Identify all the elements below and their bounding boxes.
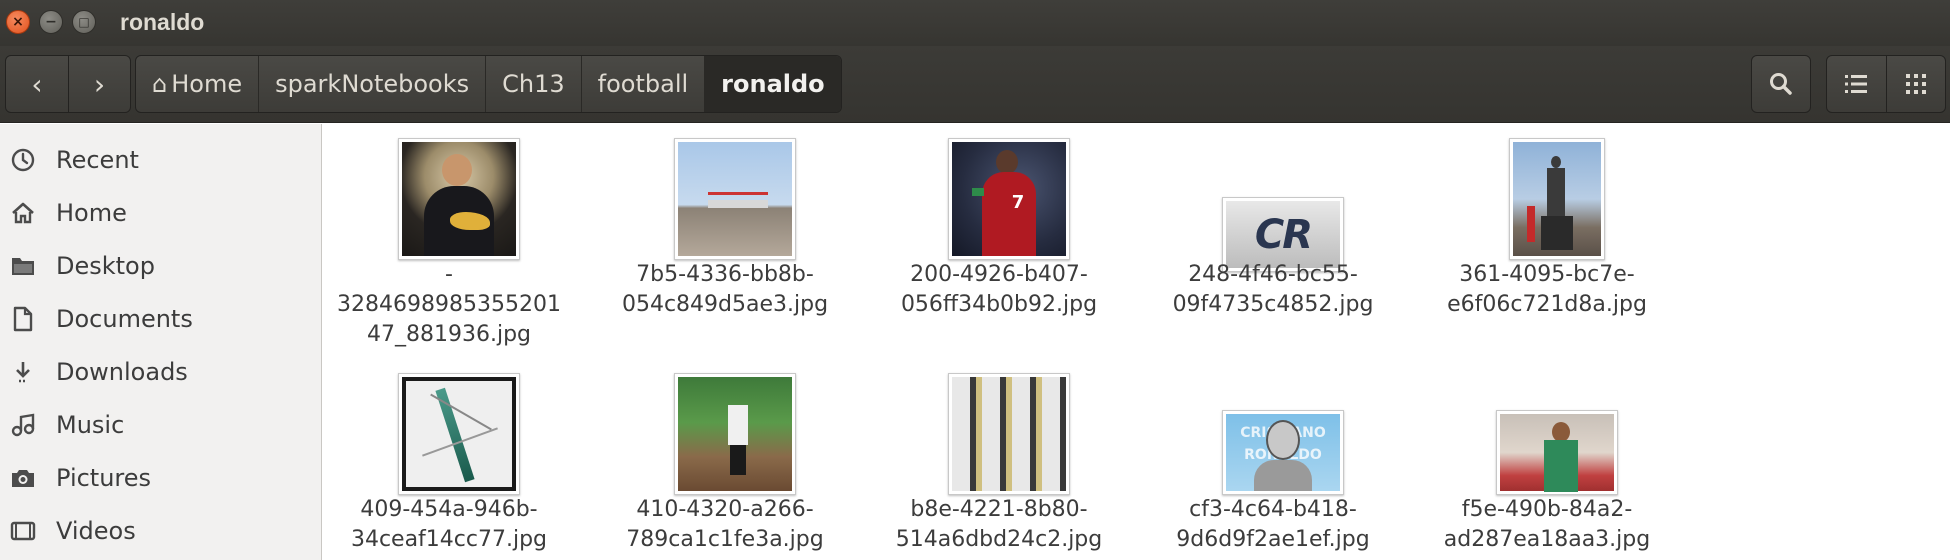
file-item[interactable]: - 3284698985355201 47_881936.jpg	[329, 138, 569, 358]
sidebar-item-label: Recent	[56, 145, 139, 174]
maximize-icon: □	[78, 15, 90, 29]
file-name: 409-454a-946b- 34ceaf14cc77.jpg	[350, 497, 548, 552]
sidebar-item-downloads[interactable]: Downloads	[0, 345, 322, 398]
sidebar-item-recent[interactable]: Recent	[0, 133, 322, 186]
home-icon: ⌂	[152, 70, 168, 98]
sidebar-item-documents[interactable]: Documents	[0, 292, 322, 345]
back-button[interactable]: ‹	[6, 56, 68, 112]
sidebar-item-home[interactable]: Home	[0, 186, 322, 239]
file-item[interactable]: f5e-490b-84a2- ad287ea18aa3.jpg	[1427, 373, 1667, 560]
breadcrumb-label: Ch13	[502, 70, 565, 98]
grid-view-button[interactable]	[1885, 56, 1945, 112]
back-icon: ‹	[31, 67, 43, 101]
file-item[interactable]: 409-454a-946b- 34ceaf14cc77.jpg	[329, 373, 569, 560]
file-name: 361-4095-bc7e- e6f06c721d8a.jpg	[1447, 262, 1647, 317]
toolbar: ‹ › ⌂ Home sparkNotebooks Ch13 football …	[0, 46, 1950, 123]
sidebar-item-desktop[interactable]: Desktop	[0, 239, 322, 292]
breadcrumb-label: sparkNotebooks	[275, 70, 470, 98]
sidebar-item-label: Videos	[56, 516, 136, 545]
file-name: b8e-4221-8b80- 514a6dbd24c2.jpg	[895, 497, 1103, 552]
file-name: 410-4320-a266- 789ca1c1fe3a.jpg	[626, 497, 824, 552]
title-bar: × − □ ronaldo	[0, 0, 1950, 46]
breadcrumb-label: ronaldo	[721, 70, 825, 98]
download-icon	[10, 359, 36, 385]
list-view-button[interactable]	[1827, 56, 1886, 112]
file-thumbnail: CRISTIANO RONALDO	[1222, 410, 1344, 495]
file-thumbnail: 7	[948, 138, 1070, 260]
home-icon	[10, 200, 36, 226]
file-thumbnail	[398, 138, 520, 260]
close-icon: ×	[12, 14, 24, 30]
file-thumbnail	[674, 138, 796, 260]
search-icon	[1770, 73, 1792, 95]
sidebar-item-label: Desktop	[56, 251, 155, 280]
file-item[interactable]: 7 200-4926-b407- 056ff34b0b92.jpg	[879, 138, 1119, 338]
shirt-number: 7	[1011, 192, 1025, 213]
view-mode-buttons	[1826, 55, 1946, 113]
minimize-window-button[interactable]: −	[39, 10, 63, 34]
file-item[interactable]: 361-4095-bc7e- e6f06c721d8a.jpg	[1427, 138, 1667, 338]
sidebar-item-pictures[interactable]: Pictures	[0, 451, 322, 504]
close-window-button[interactable]: ×	[6, 10, 30, 34]
file-item[interactable]: 410-4320-a266- 789ca1c1fe3a.jpg	[605, 373, 845, 560]
file-thumbnail	[398, 373, 520, 495]
breadcrumb-label: Home	[171, 70, 243, 98]
file-item[interactable]: b8e-4221-8b80- 514a6dbd24c2.jpg	[879, 373, 1119, 560]
file-name: 7b5-4336-bb8b- 054c849d5ae3.jpg	[621, 262, 829, 317]
file-thumbnail	[674, 373, 796, 495]
sidebar-item-music[interactable]: Music	[0, 398, 322, 451]
breadcrumb: ⌂ Home sparkNotebooks Ch13 football rona…	[135, 55, 842, 113]
search-button[interactable]	[1751, 55, 1811, 113]
cr7-logo: CR	[1254, 211, 1313, 258]
breadcrumb-ronaldo[interactable]: ronaldo	[705, 56, 841, 112]
sidebar-item-label: Pictures	[56, 463, 152, 492]
folder-icon	[10, 253, 36, 279]
sidebar-item-label: Music	[56, 410, 125, 439]
sidebar-item-label: Home	[56, 198, 127, 227]
video-icon	[10, 518, 36, 544]
sidebar-item-label: Documents	[56, 304, 193, 333]
breadcrumb-sparknotebooks[interactable]: sparkNotebooks	[259, 56, 487, 112]
file-name: 200-4926-b407- 056ff34b0b92.jpg	[900, 262, 1098, 317]
forward-button[interactable]: ›	[68, 56, 130, 112]
minimize-icon: −	[45, 14, 57, 30]
file-thumbnail	[948, 373, 1070, 495]
file-name: - 3284698985355201 47_881936.jpg	[337, 262, 561, 347]
camera-icon	[10, 465, 36, 491]
file-item[interactable]: CR 248-4f46-bc55- 09f4735c4852.jpg	[1153, 138, 1393, 338]
file-thumbnail	[1509, 138, 1605, 260]
breadcrumb-label: football	[597, 70, 689, 98]
file-name: 248-4f46-bc55- 09f4735c4852.jpg	[1172, 262, 1374, 317]
file-name: cf3-4c64-b418- 9d6d9f2ae1ef.jpg	[1176, 497, 1370, 552]
music-icon	[10, 412, 36, 438]
file-name: f5e-490b-84a2- ad287ea18aa3.jpg	[1443, 497, 1651, 552]
grid-view-icon	[1905, 74, 1926, 94]
forward-icon: ›	[93, 67, 106, 101]
file-grid: - 3284698985355201 47_881936.jpg 7b5-433…	[323, 124, 1950, 560]
file-item[interactable]: 7b5-4336-bb8b- 054c849d5ae3.jpg	[605, 138, 845, 338]
sidebar: Recent Home Desktop Documents Downloads …	[0, 124, 322, 560]
document-icon	[10, 306, 36, 332]
navigation-buttons: ‹ ›	[5, 55, 131, 113]
file-thumbnail	[1496, 410, 1618, 495]
window-title: ronaldo	[120, 9, 205, 35]
clock-icon	[10, 147, 36, 173]
file-item[interactable]: CRISTIANO RONALDO cf3-4c64-b418- 9d6d9f2…	[1153, 373, 1393, 560]
breadcrumb-football[interactable]: football	[582, 56, 706, 112]
maximize-window-button[interactable]: □	[72, 10, 96, 34]
sidebar-item-label: Downloads	[56, 357, 188, 386]
breadcrumb-ch13[interactable]: Ch13	[486, 56, 582, 112]
list-view-icon	[1845, 75, 1868, 93]
sidebar-item-videos[interactable]: Videos	[0, 504, 322, 557]
breadcrumb-home[interactable]: ⌂ Home	[136, 56, 260, 112]
